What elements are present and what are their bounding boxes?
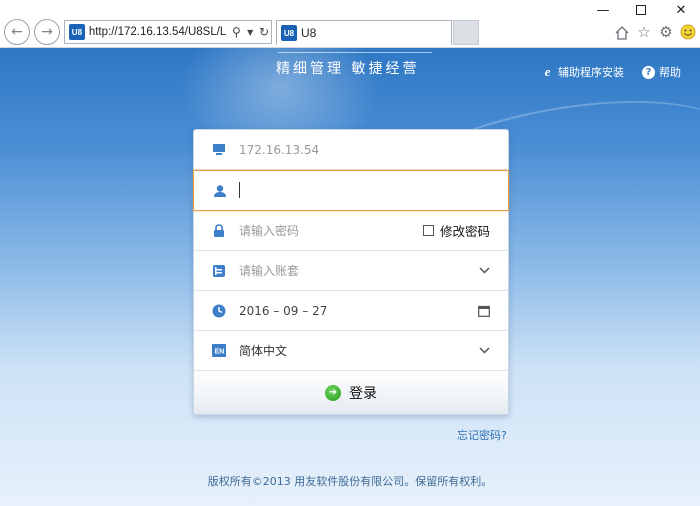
browser-chrome: — ✕ ← → U8 http://172.16.13.54/U8SL/L ⚲ … <box>0 0 700 48</box>
copyright-footer: 版权所有©2013 用友软件股份有限公司。保留所有权利。 <box>207 475 493 488</box>
clock-icon <box>212 304 226 318</box>
login-button-label: 登录 <box>349 385 377 402</box>
password-field[interactable]: 请输入密码 修改密码 <box>194 211 508 251</box>
new-tab-button[interactable] <box>453 20 479 45</box>
server-address: 172.16.13.54 <box>239 142 320 157</box>
star-icon[interactable]: ☆ <box>634 22 654 42</box>
server-icon <box>212 143 226 157</box>
account-icon <box>212 264 226 278</box>
arrow-right-icon: ➜ <box>325 384 341 401</box>
help-label: 帮助 <box>659 66 681 79</box>
login-date: 2016 – 09 – 27 <box>239 303 328 318</box>
chevron-down-icon[interactable] <box>479 267 490 274</box>
user-icon <box>213 184 227 198</box>
dropdown-icon[interactable]: ▼ <box>243 28 257 37</box>
username-field[interactable] <box>193 170 509 211</box>
change-password-checkbox[interactable]: 修改密码 <box>422 221 490 240</box>
help-link[interactable]: ? 帮助 <box>642 64 681 80</box>
install-helper-label: 辅助程序安装 <box>558 66 624 79</box>
login-panel: 172.16.13.54 请输入密码 修改密码 请输入账套 2016 – 09 … <box>193 129 509 415</box>
tab-favicon-icon: U8 <box>281 25 297 41</box>
logo-divider <box>278 52 432 53</box>
chevron-down-icon[interactable] <box>479 347 490 354</box>
maximize-icon[interactable] <box>624 0 658 20</box>
ie-icon: e <box>544 64 551 79</box>
checkbox-box[interactable] <box>422 225 434 236</box>
minimize-icon[interactable]: — <box>586 0 620 20</box>
server-field[interactable]: 172.16.13.54 <box>194 130 508 170</box>
text-caret <box>239 182 240 198</box>
date-field[interactable]: 2016 – 09 – 27 <box>194 291 508 331</box>
home-icon[interactable] <box>612 22 632 42</box>
language-value: 简体中文 <box>239 344 288 358</box>
account-field[interactable]: 请输入账套 <box>194 251 508 291</box>
close-icon[interactable]: ✕ <box>664 0 698 20</box>
address-text[interactable]: http://172.16.13.54/U8SL/L <box>89 26 230 38</box>
calendar-icon[interactable] <box>478 305 490 317</box>
forgot-password-link[interactable]: 忘记密码? <box>457 427 507 443</box>
language-badge: EN <box>215 349 225 356</box>
site-favicon-icon: U8 <box>69 24 85 40</box>
lock-icon <box>212 223 226 238</box>
address-bar[interactable]: U8 http://172.16.13.54/U8SL/L ⚲ ▼ ↻ <box>64 20 272 44</box>
smiley-icon[interactable] <box>678 22 698 42</box>
language-field[interactable]: EN 简体中文 <box>194 331 508 371</box>
search-icon[interactable]: ⚲ <box>229 25 243 39</box>
slogan: 精细管理 敏捷经营 <box>276 61 420 77</box>
account-placeholder: 请输入账套 <box>239 264 300 278</box>
refresh-icon[interactable]: ↻ <box>257 25 271 39</box>
browser-tab[interactable]: U8 U8 <box>276 20 452 45</box>
password-placeholder: 请输入密码 <box>239 224 300 238</box>
login-button[interactable]: ➜ 登录 <box>194 371 508 414</box>
gear-icon[interactable]: ⚙ <box>656 22 676 42</box>
language-icon: EN <box>212 344 226 358</box>
install-helper-link[interactable]: e 辅助程序安装 <box>541 64 624 80</box>
tab-title: U8 <box>301 26 317 40</box>
back-icon[interactable]: ← <box>4 19 30 45</box>
change-password-label: 修改密码 <box>439 224 490 239</box>
forward-icon[interactable]: → <box>34 19 60 45</box>
help-icon: ? <box>642 65 655 79</box>
login-page: 精细管理 敏捷经营 e 辅助程序安装 ? 帮助 172.16.13.54 请输入… <box>0 48 700 506</box>
